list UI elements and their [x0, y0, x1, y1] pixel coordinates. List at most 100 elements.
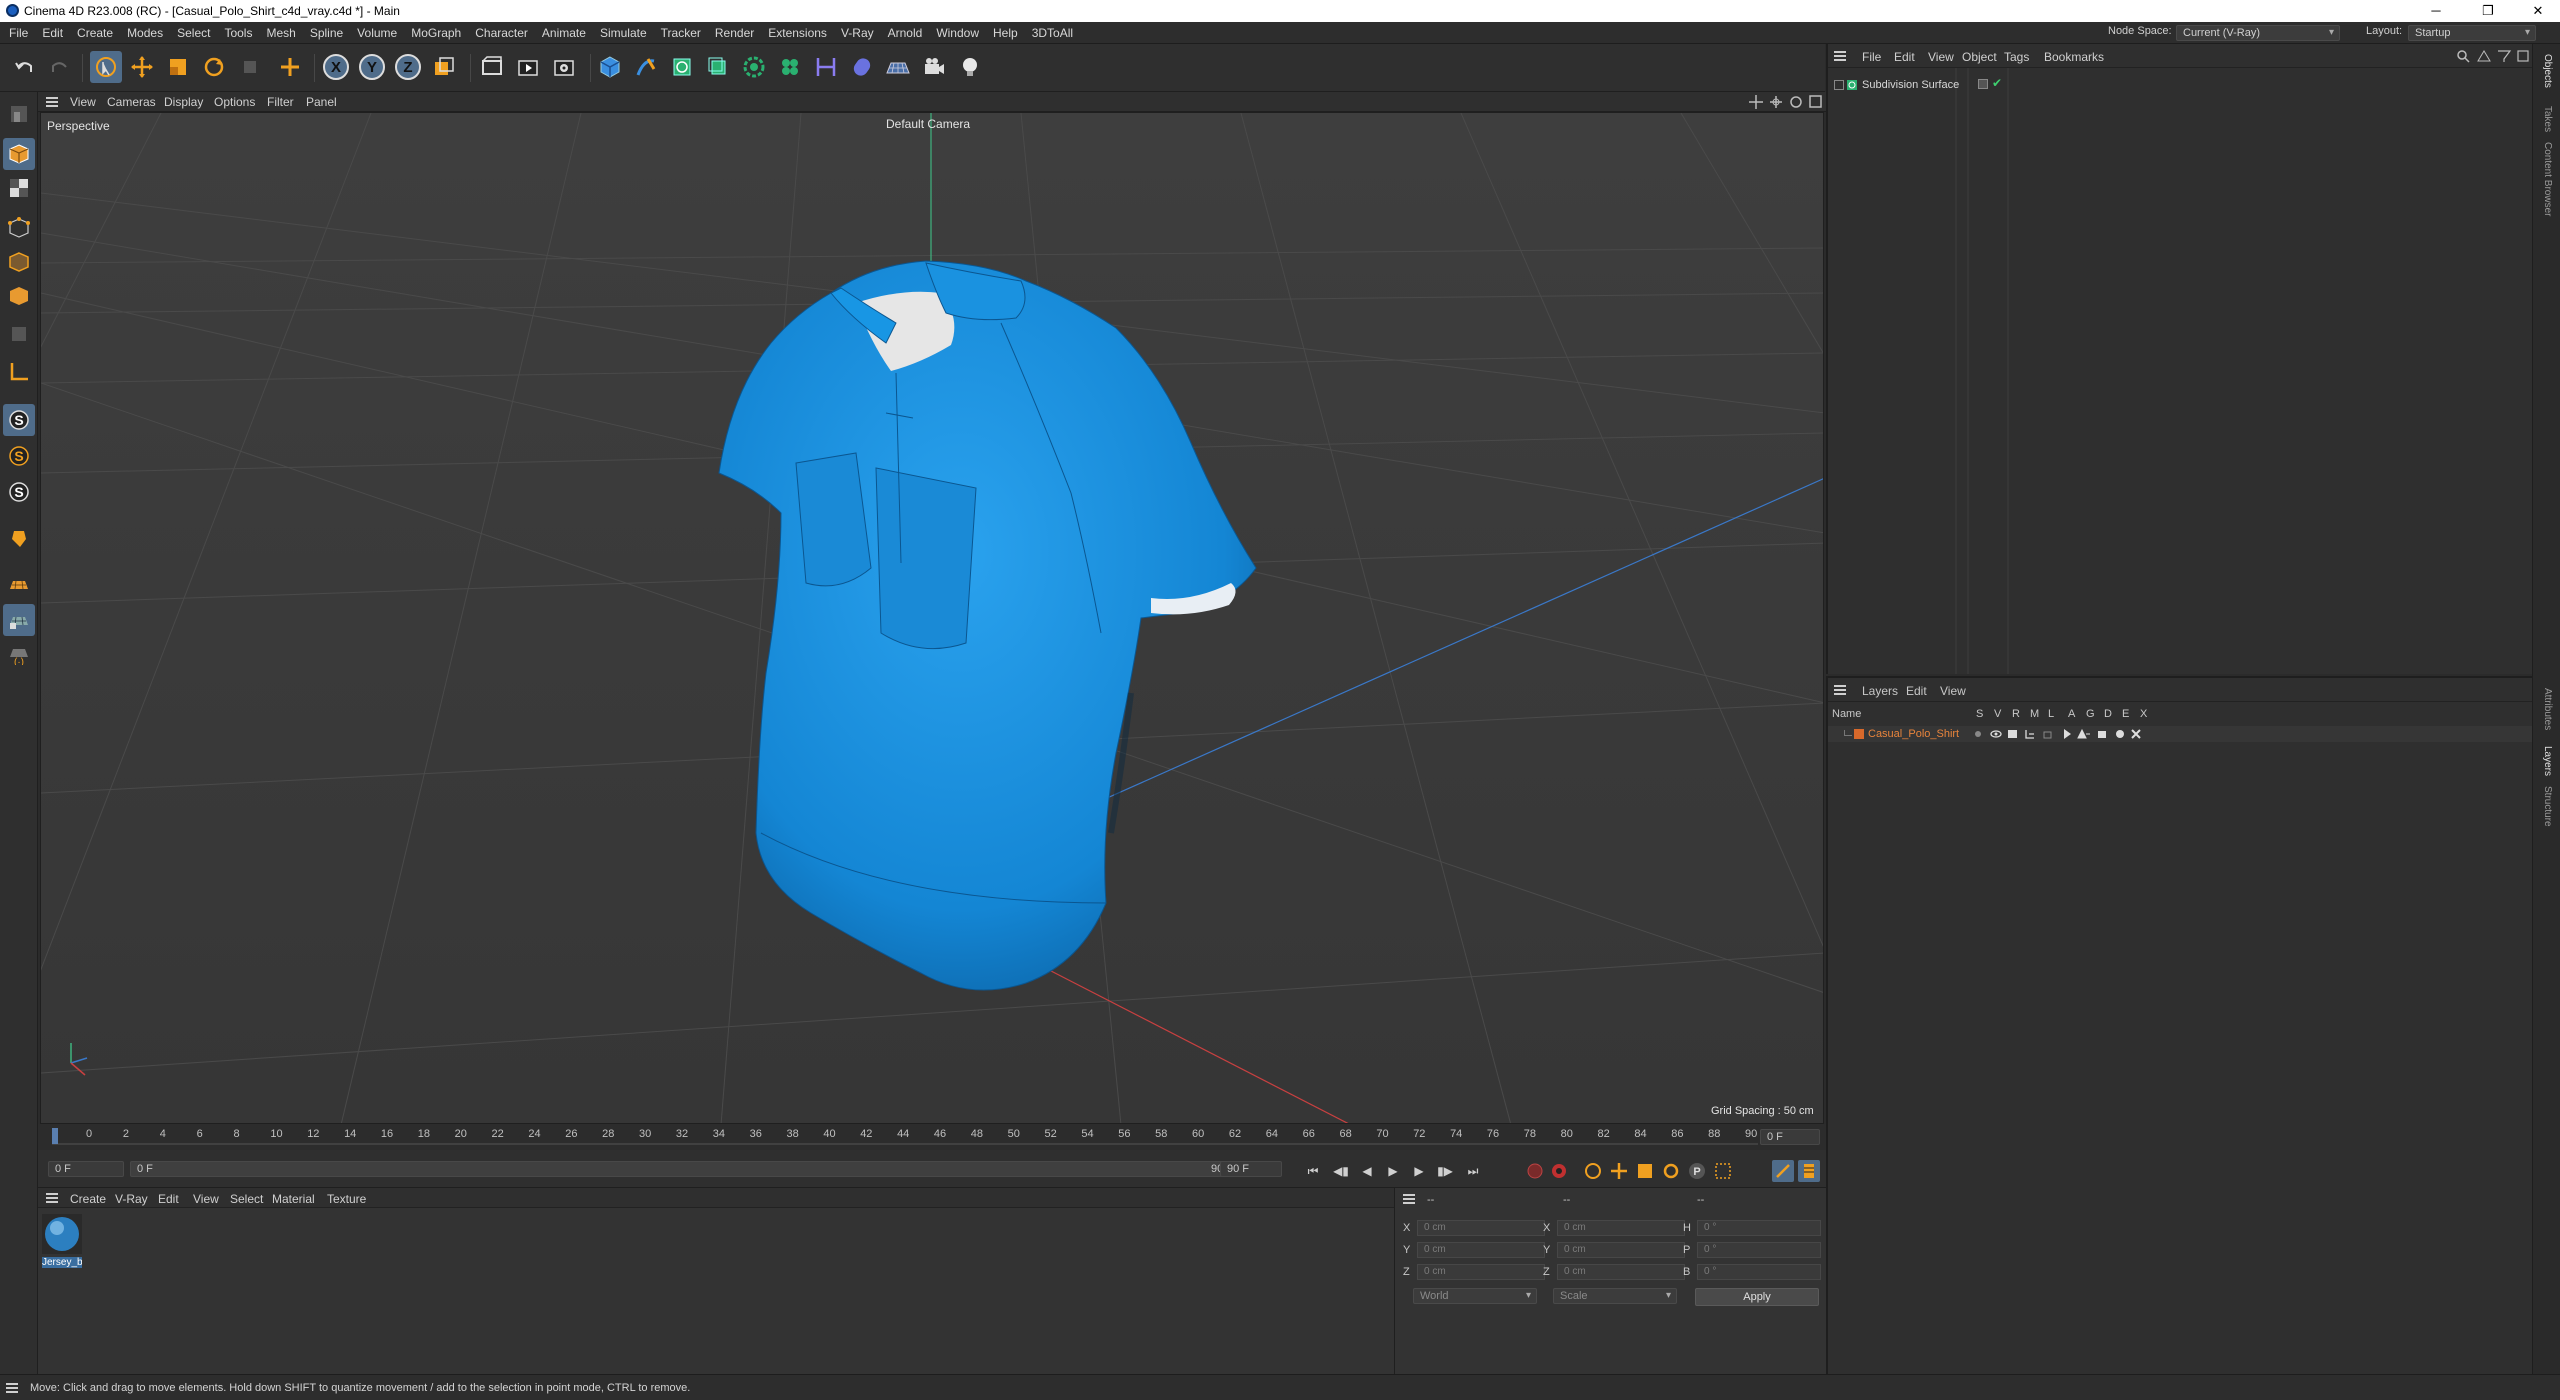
pos-y-field[interactable]: 0 cm	[1417, 1242, 1545, 1258]
menu-select[interactable]: Select	[170, 22, 217, 44]
snap-icon[interactable]: S	[3, 404, 35, 436]
move-icon[interactable]	[126, 51, 158, 83]
model-mode-icon[interactable]	[3, 138, 35, 170]
undo-icon[interactable]	[8, 51, 40, 83]
max-frame-field[interactable]: 90 F	[1220, 1161, 1282, 1177]
material-menu-texture[interactable]: Texture	[327, 1192, 366, 1206]
deformer-icon[interactable]	[810, 51, 842, 83]
position-key-icon[interactable]	[1608, 1160, 1630, 1182]
object-menu-edit[interactable]: Edit	[1894, 50, 1915, 64]
render-region-icon[interactable]	[476, 51, 508, 83]
make-editable-icon[interactable]	[3, 98, 35, 130]
material-item[interactable]: Jersey_b	[42, 1214, 82, 1268]
node-space-dropdown[interactable]: Current (V-Ray)	[2176, 25, 2340, 41]
side-tab-layers[interactable]: Layers	[2542, 746, 2553, 776]
menu-create[interactable]: Create	[70, 22, 120, 44]
status-menu-icon[interactable]	[6, 1383, 18, 1393]
field-icon[interactable]	[846, 51, 878, 83]
points-mode-icon[interactable]	[3, 212, 35, 244]
rot-p-field[interactable]: 0 °	[1697, 1242, 1821, 1258]
menu-file[interactable]: File	[0, 22, 35, 44]
object-menu-tags[interactable]: Tags	[2004, 50, 2029, 64]
coordinate-mode-dropdown[interactable]: World	[1413, 1288, 1537, 1304]
solo-icon[interactable]: S	[3, 440, 35, 472]
menu-mesh[interactable]: Mesh	[259, 22, 302, 44]
menu-modes[interactable]: Modes	[120, 22, 170, 44]
material-menu-select[interactable]: Select	[230, 1192, 263, 1206]
material-menu-icon[interactable]	[46, 1193, 58, 1203]
size-x-field[interactable]: 0 cm	[1557, 1220, 1685, 1236]
recent-tools-icon[interactable]	[234, 51, 266, 83]
object-menu-view[interactable]: View	[1928, 50, 1954, 64]
go-to-start-icon[interactable]: ⏮	[1302, 1160, 1324, 1182]
object-row[interactable]: Subdivision Surface ✔	[1832, 76, 2012, 94]
previous-frame-icon[interactable]: ◀	[1356, 1160, 1378, 1182]
y-axis-icon[interactable]: Y	[356, 51, 388, 83]
menu-3dtoall[interactable]: 3DToAll	[1025, 22, 1080, 44]
planar-workplane-icon[interactable]: (·)	[3, 638, 35, 670]
locked-workplane-icon[interactable]	[3, 604, 35, 636]
floor-icon[interactable]	[882, 51, 914, 83]
next-frame-icon[interactable]: ▶	[1408, 1160, 1430, 1182]
transform-mode-dropdown[interactable]: Scale	[1553, 1288, 1677, 1304]
pos-x-field[interactable]: 0 cm	[1417, 1220, 1545, 1236]
solo-hierarchy-icon[interactable]: S	[3, 476, 35, 508]
workplane-icon[interactable]	[3, 568, 35, 600]
subdivision-icon[interactable]	[666, 51, 698, 83]
menu-vray[interactable]: V-Ray	[834, 22, 881, 44]
menu-edit[interactable]: Edit	[35, 22, 70, 44]
camera-icon[interactable]	[918, 51, 950, 83]
layer-menu-view[interactable]: View	[1940, 684, 1966, 698]
play-icon[interactable]: ▶	[1382, 1160, 1404, 1182]
current-frame-field[interactable]: 0 F	[48, 1161, 124, 1177]
layer-toggle-icons[interactable]	[1974, 728, 2154, 740]
object-menu-bookmarks[interactable]: Bookmarks	[2044, 50, 2104, 64]
menu-animate[interactable]: Animate	[535, 22, 593, 44]
keyframe-selection-icon[interactable]	[1582, 1160, 1604, 1182]
viewport-menu-filter[interactable]: Filter	[267, 95, 294, 109]
menu-character[interactable]: Character	[468, 22, 535, 44]
timeline-end-field[interactable]: 0 F	[1760, 1129, 1820, 1145]
layer-menu-edit[interactable]: Edit	[1906, 684, 1927, 698]
side-tab-structure[interactable]: Structure	[2542, 786, 2553, 827]
paint-icon[interactable]	[3, 522, 35, 554]
size-y-field[interactable]: 0 cm	[1557, 1242, 1685, 1258]
go-to-end-icon[interactable]: ⏭	[1462, 1160, 1484, 1182]
viewport-menu-view[interactable]: View	[70, 95, 96, 109]
material-menu-create[interactable]: Create	[70, 1192, 106, 1206]
object-menu-icon[interactable]	[1834, 51, 1846, 61]
layer-menu-layers[interactable]: Layers	[1862, 684, 1898, 698]
layer-row[interactable]: Casual_Polo_Shirt	[1828, 726, 2532, 742]
viewport-menu-display[interactable]: Display	[164, 95, 203, 109]
3d-viewport[interactable]: Perspective Default Camera Grid Spacing …	[40, 112, 1824, 1124]
x-axis-icon[interactable]: X	[320, 51, 352, 83]
object-menu-file[interactable]: File	[1862, 50, 1881, 64]
maximize-button[interactable]: ❐	[2468, 2, 2508, 20]
frame-range-slider[interactable]: 0 F90 F	[130, 1161, 1242, 1177]
menu-tracker[interactable]: Tracker	[654, 22, 708, 44]
parameter-key-icon[interactable]: P	[1686, 1160, 1708, 1182]
rotate-icon[interactable]	[198, 51, 230, 83]
viewport-menu-options[interactable]: Options	[214, 95, 255, 109]
next-key-icon[interactable]: ▮▶	[1434, 1160, 1456, 1182]
viewport-menu-panel[interactable]: Panel	[306, 95, 337, 109]
side-tab-takes[interactable]: Takes	[2542, 106, 2553, 132]
scale-icon[interactable]	[162, 51, 194, 83]
previous-key-icon[interactable]: ◀▮	[1330, 1160, 1352, 1182]
object-menu-object[interactable]: Object	[1962, 50, 1997, 64]
expand-icon[interactable]	[1834, 80, 1844, 90]
menu-extensions[interactable]: Extensions	[761, 22, 834, 44]
render-settings-icon[interactable]	[548, 51, 580, 83]
menu-render[interactable]: Render	[708, 22, 761, 44]
coordinates-menu-icon[interactable]	[1403, 1194, 1415, 1204]
redo-icon[interactable]	[44, 51, 76, 83]
material-menu-view[interactable]: View	[193, 1192, 219, 1206]
record-keys-icon[interactable]	[1524, 1160, 1546, 1182]
menu-simulate[interactable]: Simulate	[593, 22, 654, 44]
auto-keying-icon[interactable]	[1548, 1160, 1570, 1182]
rot-h-field[interactable]: 0 °	[1697, 1220, 1821, 1236]
timeline-window-icon[interactable]	[1772, 1160, 1794, 1182]
motion-system-icon[interactable]	[1798, 1160, 1820, 1182]
rot-b-field[interactable]: 0 °	[1697, 1264, 1821, 1280]
side-tab-objects[interactable]: Objects	[2542, 54, 2553, 88]
